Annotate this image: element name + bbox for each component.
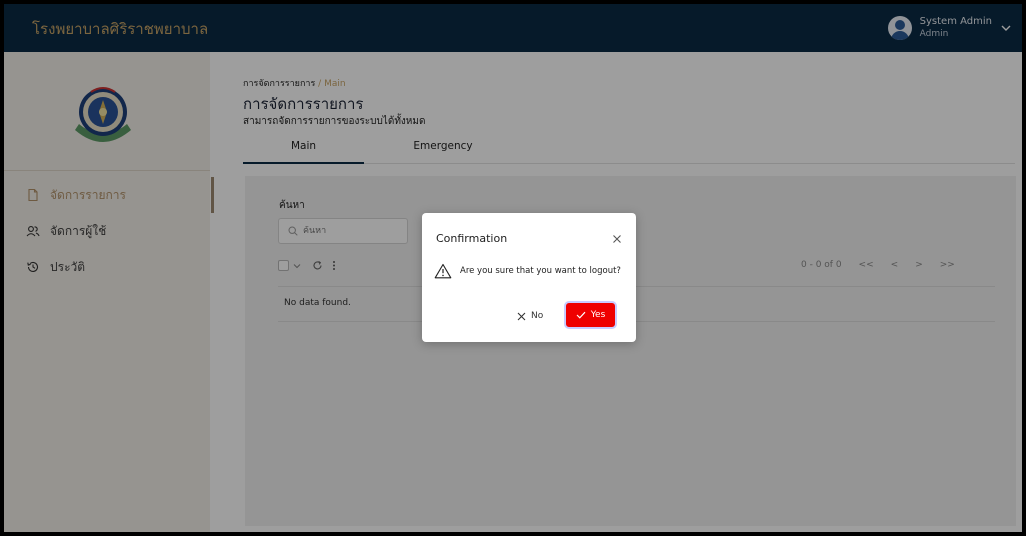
close-icon <box>517 312 526 320</box>
app-window: โรงพยาบาลศิริราชพยาบาล System Admin Admi… <box>4 4 1022 532</box>
dialog-message: Are you sure that you want to logout? <box>434 263 621 279</box>
logout-confirmation-dialog: Confirmation Are you sure that you want … <box>422 213 636 342</box>
yes-button-label: Yes <box>590 310 606 320</box>
dialog-title: Confirmation <box>436 232 508 245</box>
no-button-label: No <box>531 311 544 321</box>
no-button[interactable]: No <box>517 306 543 326</box>
check-icon <box>576 311 586 319</box>
dialog-message-text: Are you sure that you want to logout? <box>460 266 621 276</box>
close-icon[interactable] <box>612 234 622 244</box>
warning-icon <box>434 263 452 279</box>
yes-button[interactable]: Yes <box>564 301 617 329</box>
